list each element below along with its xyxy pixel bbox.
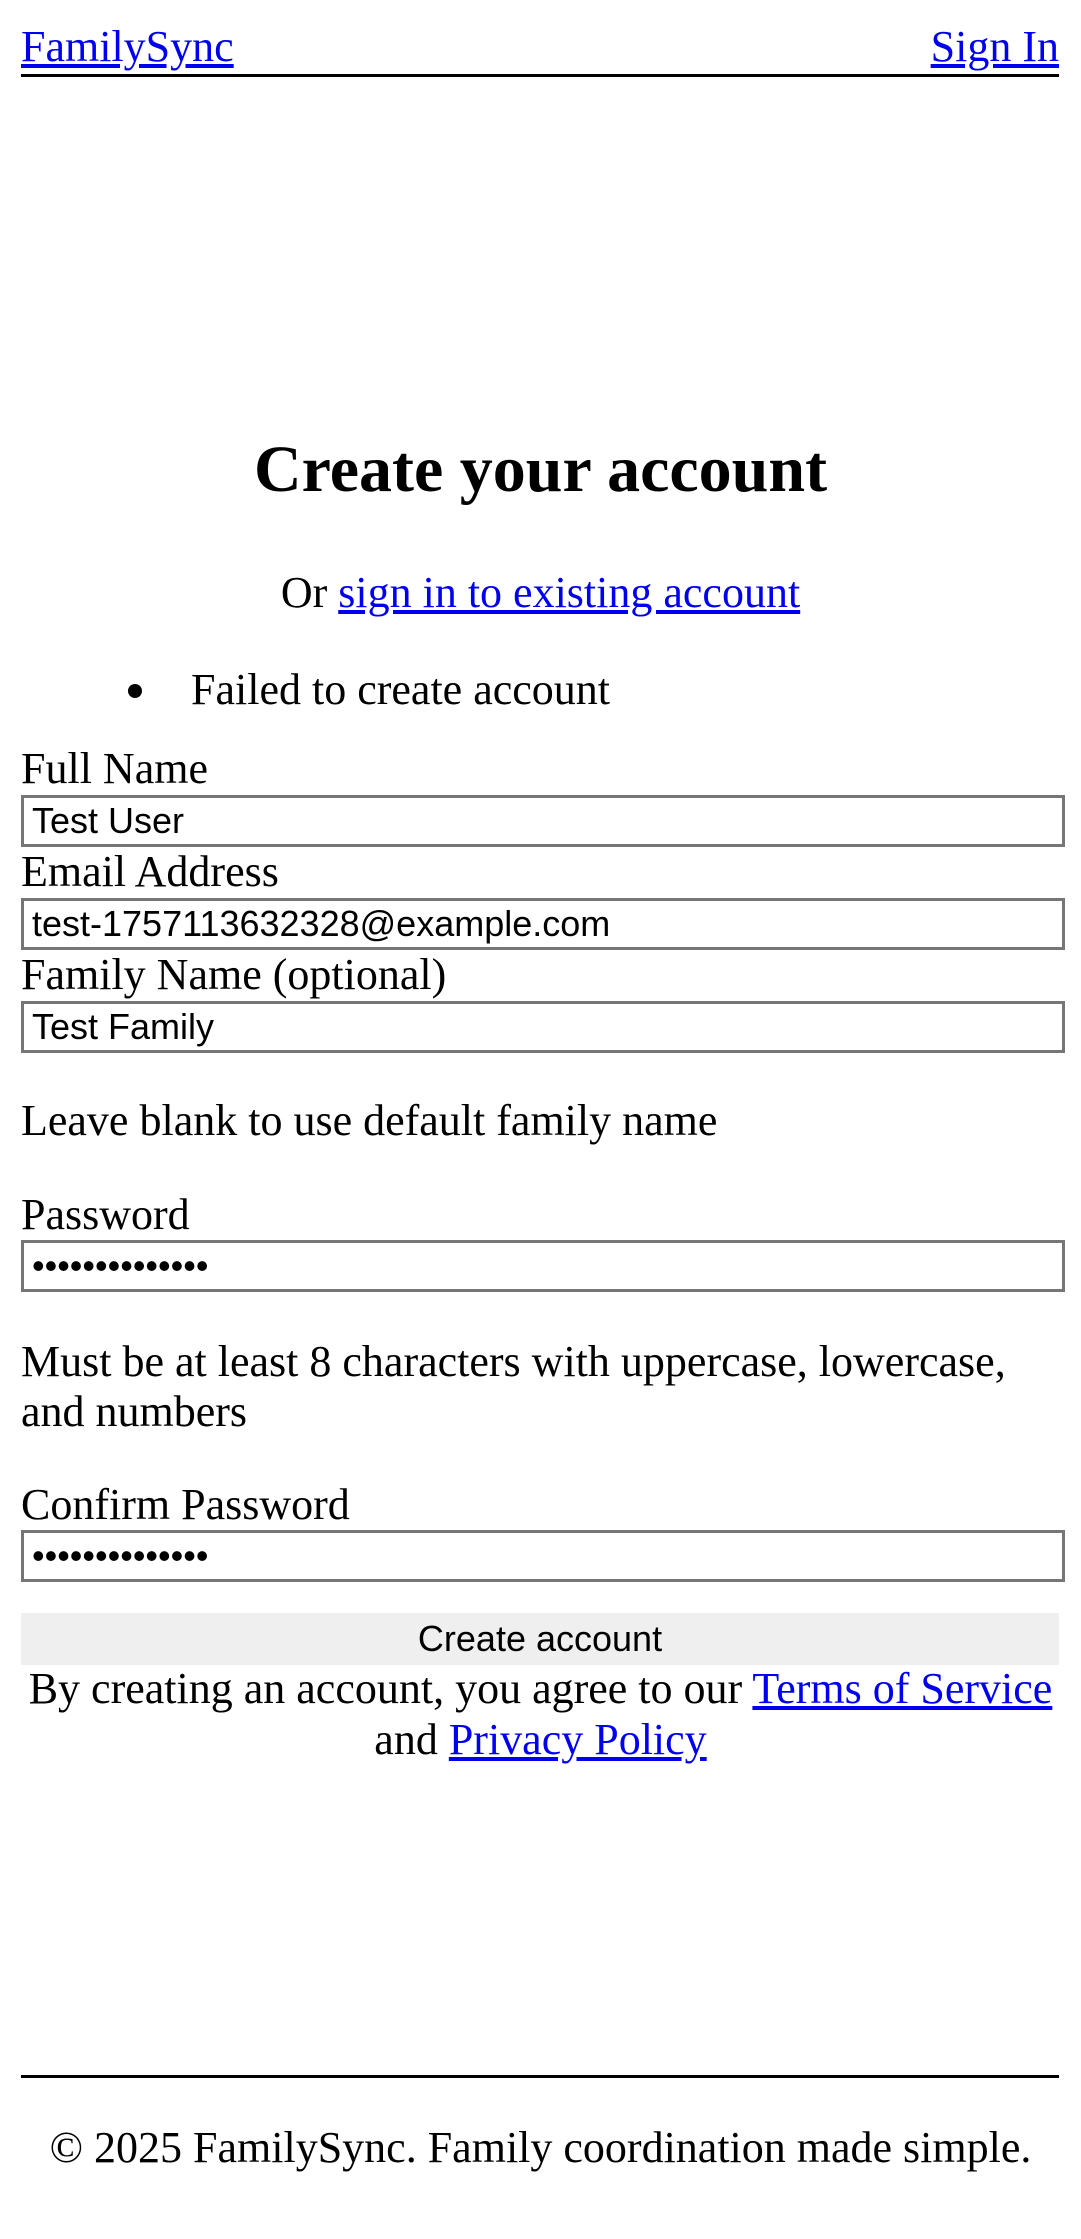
family-name-help: Leave blank to use default family name — [21, 1096, 718, 1145]
error-item: Failed to create account — [0, 662, 610, 718]
terms-prefix: By creating an account, you agree to our — [28, 1664, 753, 1713]
password-label: Password — [21, 1190, 190, 1239]
terms-notice: By creating an account, you agree to our… — [0, 1663, 1081, 1765]
footer-divider — [21, 2075, 1059, 2078]
error-list: Failed to create account — [0, 662, 610, 718]
email-input[interactable] — [21, 898, 1065, 950]
full-name-label: Full Name — [21, 744, 208, 793]
confirm-password-label: Confirm Password — [21, 1480, 350, 1529]
sign-in-existing-link[interactable]: sign in to existing account — [338, 568, 800, 617]
error-message: Failed to create account — [191, 665, 611, 714]
terms-of-service-link[interactable]: Terms of Service — [752, 1664, 1052, 1713]
privacy-policy-link[interactable]: Privacy Policy — [449, 1715, 707, 1764]
brand-link[interactable]: FamilySync — [21, 20, 234, 74]
create-account-button[interactable]: Create account — [21, 1613, 1059, 1665]
password-input[interactable]: •••••••••••••• — [21, 1240, 1065, 1292]
footer-text: © 2025 FamilySync. Family coordination m… — [49, 2123, 1032, 2172]
family-name-label: Family Name (optional) — [21, 950, 447, 999]
page-title: Create your account — [253, 433, 828, 506]
sign-in-link[interactable]: Sign In — [931, 20, 1059, 74]
password-help: Must be at least 8 characters with upper… — [21, 1337, 1006, 1436]
email-label: Email Address — [21, 847, 279, 896]
bullet-icon — [128, 684, 142, 698]
terms-and: and — [374, 1715, 449, 1764]
confirm-password-input[interactable]: •••••••••••••• — [21, 1530, 1065, 1582]
page-subtitle: Or sign in to existing account — [0, 565, 1081, 621]
full-name-input[interactable] — [21, 795, 1065, 847]
subtitle-prefix: Or — [280, 568, 339, 617]
family-name-input[interactable] — [21, 1001, 1065, 1053]
site-header: FamilySync Sign In — [21, 20, 1059, 77]
